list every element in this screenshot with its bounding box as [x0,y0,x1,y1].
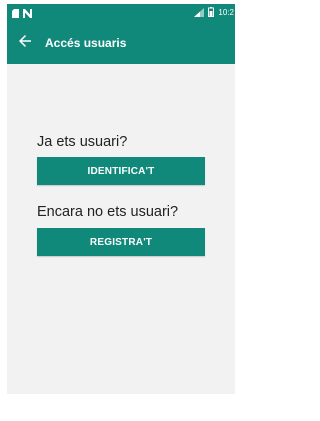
back-button[interactable] [11,29,39,57]
register-button[interactable]: REGISTRA'T [37,228,205,256]
register-prompt-label: Encara no ets usuari? [37,204,179,220]
page-title: Accés usuaris [45,36,127,50]
app-screen: 10:2 Accés usuaris Ja ets usuari? IDENTI… [7,4,235,394]
no-signal-icon [23,5,32,23]
app-bar: Accés usuaris [7,23,235,64]
battery-icon [208,4,215,22]
login-prompt-label: Ja ets usuari? [37,134,128,150]
login-button[interactable]: IDENTIFICA'T [37,157,205,185]
signal-icon [194,4,205,22]
status-bar: 10:2 [7,4,235,23]
status-time: 10:2 [218,8,234,17]
arrow-left-icon [19,34,31,52]
login-button-label: IDENTIFICA'T [87,165,155,177]
sd-card-icon [12,5,19,23]
register-button-label: REGISTRA'T [89,236,153,248]
